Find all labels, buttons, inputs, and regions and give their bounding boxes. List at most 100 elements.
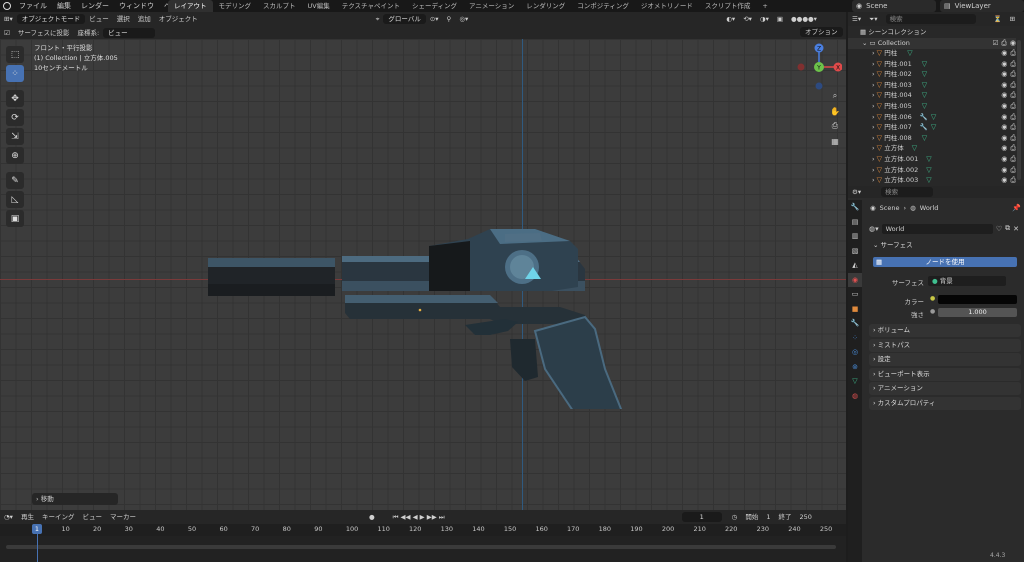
outliner-item[interactable]: › ▽ 円柱.003 ▽ ◉ ⎙	[848, 80, 1016, 91]
tab-animation[interactable]: アニメーション	[463, 0, 520, 12]
panel-surface[interactable]: ⌄ サーフェス	[869, 239, 1021, 252]
add-workspace-button[interactable]: +	[756, 0, 773, 12]
camera-visibility-icon[interactable]: ⎙	[1010, 154, 1016, 165]
outliner-editor-icon[interactable]: ☰▾	[848, 13, 865, 25]
camera-visibility-icon[interactable]: ⎙	[1010, 133, 1016, 144]
camera-visibility-icon[interactable]: ⎙	[1001, 38, 1007, 49]
timeline-scrollbar[interactable]	[6, 545, 836, 549]
proportional-edit-icon[interactable]: ◎▾	[455, 13, 472, 25]
menu-select[interactable]: 選択	[113, 13, 134, 25]
camera-visibility-icon[interactable]: ⎙	[1010, 165, 1016, 176]
menu-marker[interactable]: マーカー	[106, 511, 140, 523]
move-tool-icon[interactable]: ✥	[6, 90, 24, 107]
camera-visibility-icon[interactable]: ⎙	[1010, 80, 1016, 91]
panel-collapsed[interactable]: › アニメーション	[869, 382, 1021, 396]
navigation-gizmo[interactable]: Z X Y	[796, 40, 842, 90]
options-button[interactable]: オプション	[800, 27, 843, 37]
snap-surface-checkbox[interactable]: ☑	[0, 27, 14, 39]
scene-selector[interactable]: ◉ Scene	[852, 0, 936, 12]
outliner-item[interactable]: › ▽ 円柱.007 🔧 ▽ ◉ ⎙	[848, 122, 1016, 133]
3d-viewport[interactable]	[0, 39, 846, 510]
menu-window[interactable]: ウィンドウ	[114, 0, 159, 12]
snap-icon[interactable]: ⚲	[443, 13, 456, 25]
eye-icon[interactable]: ◉	[1001, 143, 1007, 154]
pin-icon[interactable]: 📌	[1012, 204, 1021, 212]
color-swatch[interactable]	[938, 295, 1017, 304]
constraints-tab-icon[interactable]: ⊚	[848, 360, 862, 375]
transform-orientation-dropdown[interactable]: グローバル	[383, 14, 426, 24]
camera-visibility-icon[interactable]: ⎙	[1010, 101, 1016, 112]
last-operator-panel[interactable]: › 移動	[32, 493, 118, 505]
annotate-tool-icon[interactable]: ✎	[6, 172, 24, 189]
exclude-checkbox[interactable]: ☑	[992, 38, 998, 49]
properties-editor-icon[interactable]: ⚙▾	[848, 186, 865, 198]
outliner-filter-funnel-icon[interactable]: ⏳	[990, 13, 1006, 25]
tab-texture-paint[interactable]: テクスチャペイント	[336, 0, 406, 12]
menu-add[interactable]: 追加	[134, 13, 155, 25]
world-name-field[interactable]: World	[881, 223, 993, 234]
menu-render[interactable]: レンダー	[76, 0, 114, 12]
tab-modeling[interactable]: モデリング	[213, 0, 258, 12]
use-nodes-button[interactable]: ▦ ノードを使用	[873, 257, 1017, 267]
camera-visibility-icon[interactable]: ⎙	[1010, 175, 1016, 186]
frame-ruler[interactable]: 1102030405060708090100110120130140150160…	[0, 524, 846, 536]
expand-icon[interactable]: ⌄	[862, 38, 870, 49]
properties-search-input[interactable]: 検索	[881, 187, 934, 197]
panel-collapsed[interactable]: › ミストパス	[869, 338, 1021, 352]
outliner-item[interactable]: › ▽ 立方体.001 ▽ ◉ ⎙	[848, 154, 1016, 165]
filter-icon[interactable]: ⏷▾	[865, 13, 881, 25]
outliner-item[interactable]: › ▽ 立方体.003 ▽ ◉ ⎙	[848, 175, 1016, 186]
measure-tool-icon[interactable]: ◺	[6, 191, 24, 208]
eye-icon[interactable]: ◉	[1001, 122, 1007, 133]
clock-icon[interactable]: ◷	[728, 511, 742, 523]
current-frame-field[interactable]: 1	[681, 511, 722, 522]
outliner-item[interactable]: › ▽ 円柱.004 ▽ ◉ ⎙	[848, 90, 1016, 101]
tab-uv[interactable]: UV編集	[302, 0, 336, 12]
eye-icon[interactable]: ◉	[1001, 165, 1007, 176]
object-tab-icon[interactable]: ■	[848, 302, 862, 317]
output-tab-icon[interactable]: ▥	[848, 229, 862, 244]
outliner-item[interactable]: › ▽ 円柱.005 ▽ ◉ ⎙	[848, 101, 1016, 112]
scene-tab-icon[interactable]: ◭	[848, 258, 862, 273]
zoom-icon[interactable]: ⌕	[829, 90, 841, 102]
outliner-search-input[interactable]: 検索	[885, 14, 976, 24]
data-tab-icon[interactable]: ▽	[848, 374, 862, 389]
eye-icon[interactable]: ◉	[1001, 101, 1007, 112]
duplicate-icon[interactable]: ⧉	[1005, 224, 1010, 233]
camera-visibility-icon[interactable]: ⎙	[1010, 69, 1016, 80]
select-box-icon[interactable]: ⬚	[6, 46, 24, 63]
tab-shading[interactable]: シェーディング	[406, 0, 463, 12]
mode-dropdown[interactable]: オブジェクトモード	[16, 14, 86, 24]
eye-icon[interactable]: ◉	[1001, 112, 1007, 123]
physics-tab-icon[interactable]: ◎	[848, 345, 862, 360]
world-tab-icon[interactable]: ◉	[848, 272, 862, 287]
eye-icon[interactable]: ◉	[1010, 38, 1016, 49]
tab-sculpt[interactable]: スカルプト	[257, 0, 302, 12]
camera-visibility-icon[interactable]: ⎙	[1010, 112, 1016, 123]
blender-logo-icon[interactable]	[3, 2, 11, 10]
outliner-item[interactable]: › ▽ 円柱.002 ▽ ◉ ⎙	[848, 69, 1016, 80]
ortho-grid-icon[interactable]: ▦	[829, 135, 841, 147]
eye-icon[interactable]: ◉	[1001, 175, 1007, 186]
gizmo-toggle-icon[interactable]: ⟲▾	[739, 13, 756, 25]
camera-visibility-icon[interactable]: ⎙	[1010, 122, 1016, 133]
outliner-scrollbar[interactable]	[1017, 40, 1021, 180]
eye-icon[interactable]: ◉	[1001, 69, 1007, 80]
eye-icon[interactable]: ◉	[1001, 90, 1007, 101]
gun-model[interactable]	[200, 189, 640, 409]
camera-visibility-icon[interactable]: ⎙	[1010, 90, 1016, 101]
view-layer-tab-icon[interactable]: ▧	[848, 244, 862, 259]
tab-geometry-nodes[interactable]: ジオメトリノード	[635, 0, 699, 12]
eye-icon[interactable]: ◉	[1001, 48, 1007, 59]
pivot-icon[interactable]: ⊙▾	[426, 13, 443, 25]
panel-collapsed[interactable]: › 設定	[869, 353, 1021, 367]
outliner-item[interactable]: › ▽ 円柱.008 ▽ ◉ ⎙	[848, 133, 1016, 144]
timeline-editor-icon[interactable]: ◔▾	[0, 511, 17, 523]
orientation-dropdown[interactable]: ビュー	[103, 27, 156, 38]
world-browse-icon[interactable]: ◍▾	[869, 225, 879, 233]
surface-shader-field[interactable]: ● 背景	[928, 276, 1006, 286]
start-frame-field[interactable]: 1	[762, 511, 774, 523]
menu-edit[interactable]: 編集	[52, 0, 76, 12]
camera-visibility-icon[interactable]: ⎙	[1010, 143, 1016, 154]
auto-key-icon[interactable]: ●	[365, 511, 379, 523]
